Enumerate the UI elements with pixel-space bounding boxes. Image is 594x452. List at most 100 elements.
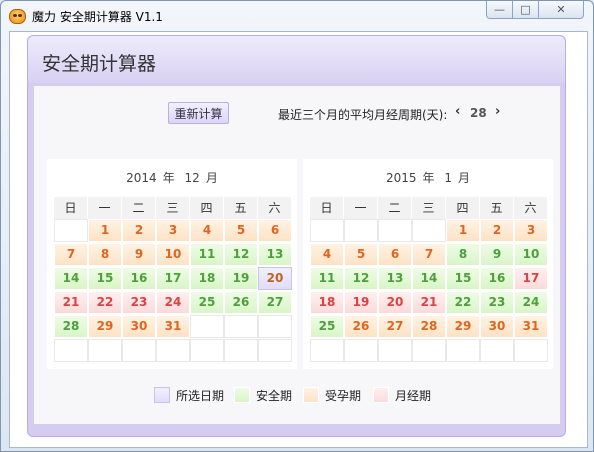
- day-cell[interactable]: 3: [514, 219, 548, 242]
- day-cell[interactable]: 28: [412, 315, 446, 338]
- calendar-year: 2014: [126, 171, 157, 185]
- day-cell[interactable]: 4: [190, 219, 224, 242]
- day-cell[interactable]: 10: [514, 243, 548, 266]
- empty-day-cell: [190, 339, 224, 362]
- day-cell[interactable]: 20: [258, 267, 292, 290]
- day-cell[interactable]: 12: [344, 267, 378, 290]
- panel-body: 重新计算 最近三个月的平均月经周期(天): ‹ 28 › 2014 年 12 月 日…: [34, 86, 560, 424]
- day-cell[interactable]: 14: [412, 267, 446, 290]
- cycle-decrease-button[interactable]: ‹: [455, 104, 460, 119]
- empty-day-cell: [122, 339, 156, 362]
- cycle-length-value: 28: [470, 106, 487, 120]
- day-cell[interactable]: 21: [412, 291, 446, 314]
- day-cell[interactable]: 23: [480, 291, 514, 314]
- day-cell[interactable]: 23: [122, 291, 156, 314]
- weekday-header: 六: [514, 197, 548, 219]
- day-cell[interactable]: 28: [54, 315, 88, 338]
- day-cell[interactable]: 27: [378, 315, 412, 338]
- day-cell[interactable]: 11: [310, 267, 344, 290]
- day-cell[interactable]: 15: [88, 267, 122, 290]
- empty-day-cell: [412, 219, 446, 242]
- day-cell[interactable]: 20: [378, 291, 412, 314]
- empty-day-cell: [190, 315, 224, 338]
- day-cell[interactable]: 21: [54, 291, 88, 314]
- day-cell[interactable]: 8: [446, 243, 480, 266]
- legend-swatch-period: [373, 387, 389, 403]
- calculator-panel: 安全期计算器 重新计算 最近三个月的平均月经周期(天): ‹ 28 › 2014…: [27, 35, 566, 437]
- year-suffix: 年: [422, 171, 435, 185]
- weekday-header: 五: [224, 197, 258, 219]
- day-cell[interactable]: 22: [446, 291, 480, 314]
- empty-day-cell: [514, 339, 548, 362]
- day-cell[interactable]: 2: [480, 219, 514, 242]
- maximize-icon: □: [520, 3, 531, 16]
- cycle-length-label: 最近三个月的平均月经周期(天):: [278, 108, 448, 122]
- day-cell[interactable]: 31: [514, 315, 548, 338]
- day-cell[interactable]: 10: [156, 243, 190, 266]
- day-cell[interactable]: 7: [412, 243, 446, 266]
- cycle-increase-button[interactable]: ›: [495, 104, 500, 119]
- title-bar[interactable]: 魔力 安全期计算器 V1.1 — □ ✕: [1, 1, 593, 31]
- calendar-month-1: 2014 年 12 月 日一二三四五六 1 2 3 4 5 6 7 8 9 10 11 12 13 14 15 16…: [47, 159, 297, 369]
- day-cell[interactable]: 11: [190, 243, 224, 266]
- month-suffix: 月: [458, 171, 471, 185]
- day-cell[interactable]: 19: [344, 291, 378, 314]
- day-cell[interactable]: 16: [480, 267, 514, 290]
- day-cell[interactable]: 5: [224, 219, 258, 242]
- day-cell[interactable]: 25: [190, 291, 224, 314]
- day-cell[interactable]: 24: [156, 291, 190, 314]
- day-cell[interactable]: 17: [514, 267, 548, 290]
- day-cell[interactable]: 2: [122, 219, 156, 242]
- app-logo-icon: [9, 9, 26, 24]
- day-cell[interactable]: 24: [514, 291, 548, 314]
- day-cell[interactable]: 1: [88, 219, 122, 242]
- day-cell[interactable]: 18: [190, 267, 224, 290]
- month-suffix: 月: [205, 171, 218, 185]
- day-cell[interactable]: 12: [224, 243, 258, 266]
- day-cell[interactable]: 4: [310, 243, 344, 266]
- day-cell[interactable]: 14: [54, 267, 88, 290]
- legend-swatch-fertile: [303, 387, 319, 403]
- day-cell[interactable]: 16: [122, 267, 156, 290]
- minimize-button[interactable]: —: [486, 1, 513, 19]
- maximize-button[interactable]: □: [512, 1, 539, 19]
- day-cell[interactable]: 13: [378, 267, 412, 290]
- day-cell[interactable]: 5: [344, 243, 378, 266]
- empty-day-cell: [258, 339, 292, 362]
- day-cell[interactable]: 9: [122, 243, 156, 266]
- day-cell[interactable]: 6: [378, 243, 412, 266]
- day-cell[interactable]: 29: [446, 315, 480, 338]
- day-cell[interactable]: 30: [122, 315, 156, 338]
- legend-label: 月经期: [395, 389, 432, 403]
- day-cell[interactable]: 30: [480, 315, 514, 338]
- empty-day-cell: [344, 219, 378, 242]
- day-cell[interactable]: 15: [446, 267, 480, 290]
- day-cell[interactable]: 18: [310, 291, 344, 314]
- day-cell[interactable]: 8: [88, 243, 122, 266]
- empty-day-cell: [446, 339, 480, 362]
- day-cell[interactable]: 29: [88, 315, 122, 338]
- day-cell[interactable]: 6: [258, 219, 292, 242]
- legend-label: 安全期: [256, 389, 293, 403]
- empty-day-cell: [344, 339, 378, 362]
- day-cell[interactable]: 13: [258, 243, 292, 266]
- recalculate-button[interactable]: 重新计算: [168, 102, 229, 124]
- weekday-header: 六: [258, 197, 292, 219]
- day-cell[interactable]: 9: [480, 243, 514, 266]
- weekday-header: 四: [446, 197, 480, 219]
- weekday-header: 一: [344, 197, 378, 219]
- close-button[interactable]: ✕: [538, 1, 584, 19]
- day-cell[interactable]: 26: [344, 315, 378, 338]
- day-cell[interactable]: 22: [88, 291, 122, 314]
- day-cell[interactable]: 7: [54, 243, 88, 266]
- day-cell[interactable]: 3: [156, 219, 190, 242]
- empty-day-cell: [224, 315, 258, 338]
- day-cell[interactable]: 17: [156, 267, 190, 290]
- empty-day-cell: [480, 339, 514, 362]
- day-cell[interactable]: 26: [224, 291, 258, 314]
- day-cell[interactable]: 19: [224, 267, 258, 290]
- day-cell[interactable]: 27: [258, 291, 292, 314]
- day-cell[interactable]: 1: [446, 219, 480, 242]
- day-cell[interactable]: 25: [310, 315, 344, 338]
- day-cell[interactable]: 31: [156, 315, 190, 338]
